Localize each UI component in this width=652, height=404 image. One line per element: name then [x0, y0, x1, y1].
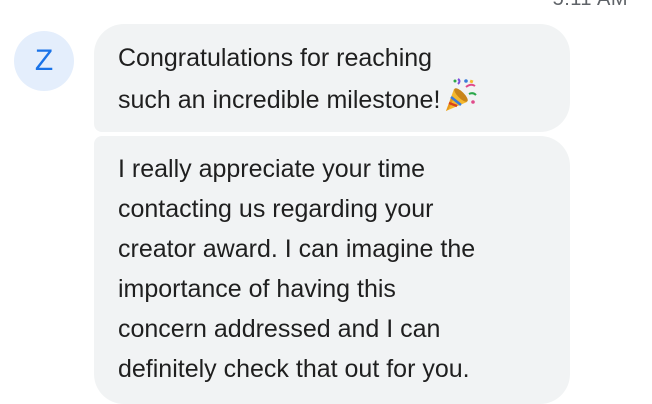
message-timestamp: 5:11 AM	[553, 0, 628, 11]
message-line-text: such an incredible milestone!	[118, 86, 441, 114]
message-bubble-appreciation[interactable]: I really appreciate your time contacting…	[94, 136, 570, 404]
party-popper-icon	[442, 78, 478, 126]
avatar-letter: Z	[34, 44, 54, 77]
message-line: Congratulations for reaching	[118, 44, 433, 72]
message-line: importance of having this	[118, 275, 396, 303]
message-line-with-emoji: such an incredible milestone!	[118, 78, 546, 126]
message-line: creator award. I can imagine the	[118, 235, 476, 263]
message-bubble-congratulations[interactable]: Congratulations for reaching such an inc…	[94, 24, 570, 132]
message-line: contacting us regarding your	[118, 195, 434, 223]
message-line: concern addressed and I can	[118, 315, 441, 343]
message-line: I really appreciate your time	[118, 155, 426, 183]
message-line: definitely check that out for you.	[118, 355, 470, 383]
sender-avatar[interactable]: Z	[14, 31, 74, 91]
